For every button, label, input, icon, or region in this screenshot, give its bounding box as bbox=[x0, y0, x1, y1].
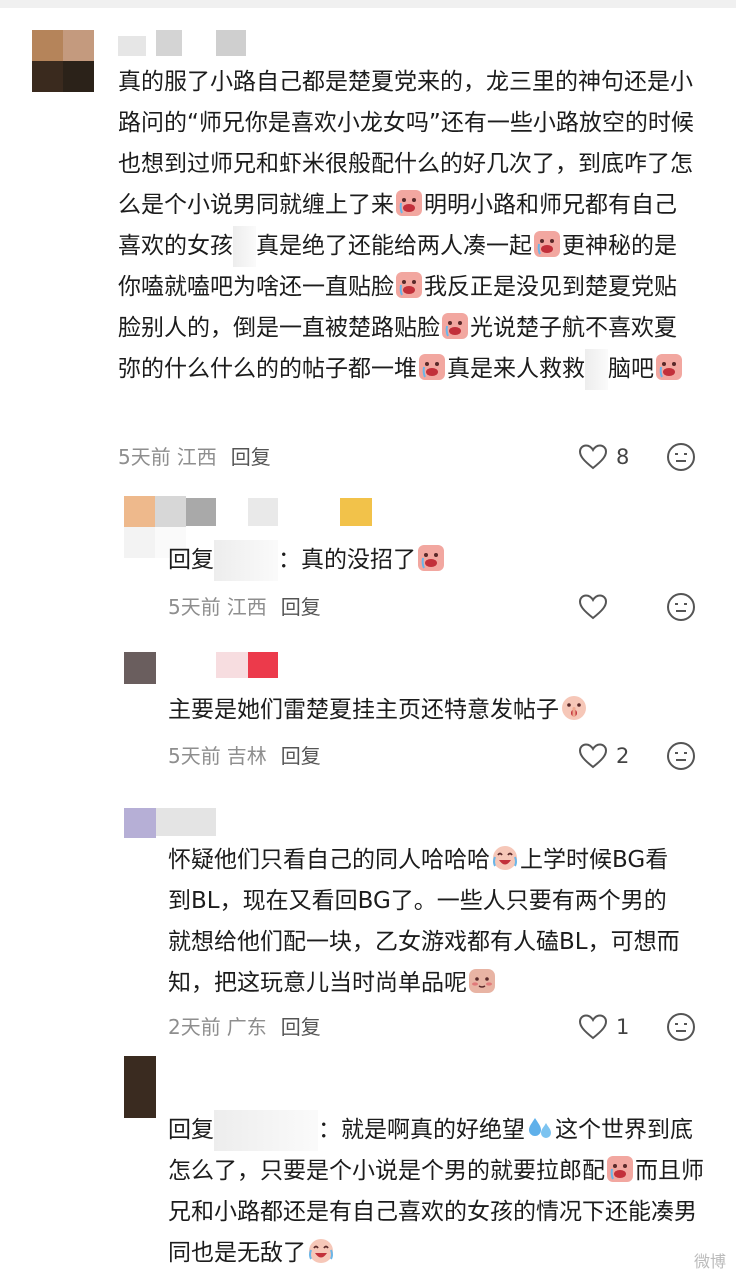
comment-time: 5天前 bbox=[118, 445, 171, 469]
hush-emoji-icon bbox=[560, 694, 588, 722]
comment-time: 5天前 bbox=[168, 744, 221, 768]
like-count: 2 bbox=[616, 744, 630, 768]
weibo-watermark: 微博 bbox=[693, 1252, 726, 1271]
crying-emoji-icon bbox=[655, 353, 683, 381]
avatar[interactable] bbox=[32, 30, 94, 92]
avatar[interactable] bbox=[124, 652, 156, 684]
reply-prefix: 回复 bbox=[168, 1117, 214, 1143]
comment-text: 主要是她们雷楚夏挂主页还特意发帖子 bbox=[168, 690, 688, 731]
crying-emoji-icon bbox=[395, 189, 423, 217]
crying-emoji-icon bbox=[417, 544, 445, 572]
username-blurred[interactable] bbox=[186, 496, 376, 530]
emoji-react-icon[interactable] bbox=[666, 442, 696, 472]
emoji-react-icon[interactable] bbox=[666, 592, 696, 622]
reply-prefix: 回复 bbox=[168, 547, 214, 573]
avatar[interactable] bbox=[124, 808, 156, 838]
crying-emoji-icon bbox=[395, 271, 423, 299]
comment-location: 吉林 bbox=[226, 744, 267, 768]
comment-time: 2天前 bbox=[168, 1015, 221, 1039]
like-button[interactable]: 2 bbox=[578, 741, 629, 771]
reply-button[interactable]: 回复 bbox=[281, 1015, 321, 1039]
crying-emoji-icon bbox=[606, 1155, 634, 1183]
avatar[interactable] bbox=[124, 1056, 156, 1118]
comment-meta: 5天前 江西 回复 bbox=[118, 442, 271, 472]
laugh-cry-emoji-icon bbox=[491, 844, 519, 872]
heart-icon bbox=[578, 593, 608, 621]
like-count: 8 bbox=[616, 445, 630, 469]
emoji-react-icon[interactable] bbox=[666, 741, 696, 771]
crying-emoji-icon bbox=[418, 353, 446, 381]
comment-text: 回复 ：就是啊真的好绝望 这个世界到底怎么了，只要是个小说是个男的就要拉郎配 而且师… bbox=[168, 1110, 708, 1274]
heart-icon bbox=[578, 1013, 608, 1041]
reply-button[interactable]: 回复 bbox=[231, 445, 271, 469]
heart-icon bbox=[578, 742, 608, 770]
username-blurred[interactable] bbox=[186, 650, 286, 680]
emoji-react-icon[interactable] bbox=[666, 1012, 696, 1042]
like-button[interactable]: 8 bbox=[578, 442, 629, 472]
like-button[interactable]: 1 bbox=[578, 1012, 629, 1042]
comment-time: 5天前 bbox=[168, 595, 221, 619]
comment-text: 回复 ：真的没招了 bbox=[168, 540, 688, 581]
reply-button[interactable]: 回复 bbox=[281, 744, 321, 768]
crying-emoji-icon bbox=[533, 230, 561, 258]
comment-text: 真的服了小路自己都是楚夏党来的，龙三里的神句还是小路问的“师兄你是喜欢小龙女吗”… bbox=[118, 62, 698, 390]
comment-location: 江西 bbox=[226, 595, 267, 619]
comment-location: 江西 bbox=[176, 445, 217, 469]
comment-meta: 2天前 广东 回复 bbox=[168, 1012, 321, 1042]
heart-icon bbox=[578, 443, 608, 471]
comment-location: 广东 bbox=[226, 1015, 267, 1039]
shy-emoji-icon bbox=[468, 967, 496, 995]
comment-meta: 5天前 吉林 回复 bbox=[168, 741, 321, 771]
like-button[interactable] bbox=[578, 592, 608, 622]
reply-button[interactable]: 回复 bbox=[281, 595, 321, 619]
username-blurred[interactable] bbox=[156, 808, 226, 838]
comment-text: 怀疑他们只看自己的同人哈哈哈 上学时候BG看到BL，现在又看回BG了。一些人只要有… bbox=[168, 840, 688, 1004]
like-count: 1 bbox=[616, 1015, 630, 1039]
sweat-drops-emoji-icon bbox=[526, 1114, 554, 1142]
username-blurred[interactable] bbox=[118, 28, 258, 60]
comment-meta: 5天前 江西 回复 bbox=[168, 592, 321, 622]
top-divider bbox=[0, 0, 736, 8]
crying-emoji-icon bbox=[441, 312, 469, 340]
laugh-cry-emoji-icon bbox=[307, 1237, 335, 1265]
